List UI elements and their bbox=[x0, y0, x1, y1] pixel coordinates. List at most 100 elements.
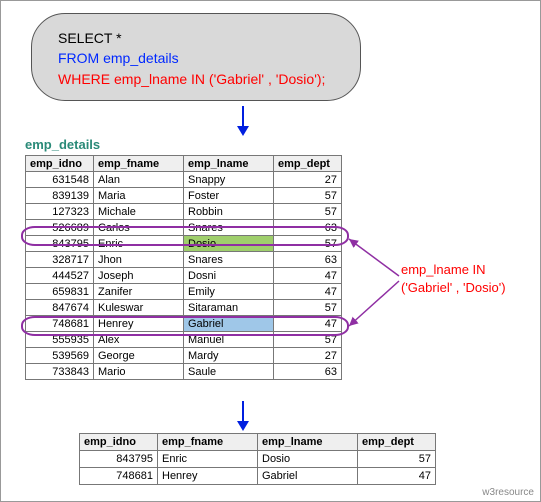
cell-lname: Robbin bbox=[184, 204, 274, 220]
cell-idno: 328717 bbox=[26, 252, 94, 268]
cell-idno: 843795 bbox=[26, 236, 94, 252]
cell-lname: Emily bbox=[184, 284, 274, 300]
cell-lname: Sitaraman bbox=[184, 300, 274, 316]
cell-idno: 444527 bbox=[26, 268, 94, 284]
cell-idno: 748681 bbox=[26, 316, 94, 332]
callout-line1: emp_lname IN bbox=[401, 261, 506, 279]
header-idno: emp_idno bbox=[26, 156, 94, 172]
sql-line-select: SELECT * bbox=[58, 28, 338, 48]
header-idno: emp_idno bbox=[80, 434, 158, 451]
cell-dept: 47 bbox=[274, 268, 342, 284]
cell-dept: 27 bbox=[274, 172, 342, 188]
cell-lname: Gabriel bbox=[184, 316, 274, 332]
table-row: 444527JosephDosni47 bbox=[26, 268, 342, 284]
filter-callout: emp_lname IN ('Gabriel' , 'Dosio') bbox=[401, 261, 506, 297]
cell-fname: Joseph bbox=[94, 268, 184, 284]
cell-fname: Michale bbox=[94, 204, 184, 220]
header-fname: emp_fname bbox=[158, 434, 258, 451]
cell-fname: Alex bbox=[94, 332, 184, 348]
arrow-down-icon bbox=[233, 401, 253, 431]
cell-dept: 57 bbox=[274, 300, 342, 316]
cell-fname: Maria bbox=[94, 188, 184, 204]
cell-idno: 843795 bbox=[80, 451, 158, 468]
cell-dept: 57 bbox=[274, 332, 342, 348]
cell-lname: Foster bbox=[184, 188, 274, 204]
cell-lname: Snares bbox=[184, 220, 274, 236]
cell-fname: Henrey bbox=[158, 468, 258, 485]
cell-fname: Enric bbox=[158, 451, 258, 468]
cell-lname: Manuel bbox=[184, 332, 274, 348]
cell-fname: Carlos bbox=[94, 220, 184, 236]
cell-idno: 733843 bbox=[26, 364, 94, 380]
result-header-row: emp_idno emp_fname emp_lname emp_dept bbox=[80, 434, 436, 451]
sql-query-box: SELECT * FROM emp_details WHERE emp_lnam… bbox=[31, 13, 361, 101]
cell-lname: Dosni bbox=[184, 268, 274, 284]
cell-fname: Zanifer bbox=[94, 284, 184, 300]
table-row: 555935AlexManuel57 bbox=[26, 332, 342, 348]
cell-dept: 57 bbox=[274, 236, 342, 252]
table-row: 733843MarioSaule63 bbox=[26, 364, 342, 380]
header-dept: emp_dept bbox=[358, 434, 436, 451]
cell-idno: 631548 bbox=[26, 172, 94, 188]
cell-fname: Enric bbox=[94, 236, 184, 252]
cell-dept: 47 bbox=[274, 316, 342, 332]
cell-dept: 57 bbox=[274, 204, 342, 220]
header-dept: emp_dept bbox=[274, 156, 342, 172]
source-table: emp_idno emp_fname emp_lname emp_dept 63… bbox=[25, 155, 342, 380]
cell-idno: 839139 bbox=[26, 188, 94, 204]
table-title: emp_details bbox=[25, 137, 100, 152]
cell-idno: 539569 bbox=[26, 348, 94, 364]
table-row: 843795EnricDosio57 bbox=[80, 451, 436, 468]
cell-lname: Dosio bbox=[258, 451, 358, 468]
table-row: 328717JhonSnares63 bbox=[26, 252, 342, 268]
table-row: 847674KuleswarSitaraman57 bbox=[26, 300, 342, 316]
callout-arrows-icon bbox=[339, 231, 409, 344]
watermark-text: w3resource bbox=[482, 487, 534, 498]
table-row: 659831ZaniferEmily47 bbox=[26, 284, 342, 300]
cell-dept: 63 bbox=[274, 252, 342, 268]
cell-fname: Kuleswar bbox=[94, 300, 184, 316]
cell-lname: Snares bbox=[184, 252, 274, 268]
cell-dept: 47 bbox=[274, 284, 342, 300]
cell-dept: 63 bbox=[274, 364, 342, 380]
cell-dept: 27 bbox=[274, 348, 342, 364]
cell-fname: Jhon bbox=[94, 252, 184, 268]
table-row: 748681HenreyGabriel47 bbox=[80, 468, 436, 485]
diagram-frame: SELECT * FROM emp_details WHERE emp_lnam… bbox=[0, 0, 541, 502]
sql-line-from: FROM emp_details bbox=[58, 48, 338, 68]
cell-lname: Saule bbox=[184, 364, 274, 380]
cell-idno: 748681 bbox=[80, 468, 158, 485]
table-header-row: emp_idno emp_fname emp_lname emp_dept bbox=[26, 156, 342, 172]
table-row: 539569GeorgeMardy27 bbox=[26, 348, 342, 364]
cell-dept: 57 bbox=[274, 188, 342, 204]
cell-idno: 847674 bbox=[26, 300, 94, 316]
cell-dept: 47 bbox=[358, 468, 436, 485]
table-row: 631548AlanSnappy27 bbox=[26, 172, 342, 188]
cell-lname: Snappy bbox=[184, 172, 274, 188]
arrow-down-icon bbox=[233, 106, 253, 136]
cell-lname: Mardy bbox=[184, 348, 274, 364]
cell-fname: Mario bbox=[94, 364, 184, 380]
header-lname: emp_lname bbox=[258, 434, 358, 451]
cell-idno: 127323 bbox=[26, 204, 94, 220]
cell-lname: Gabriel bbox=[258, 468, 358, 485]
cell-idno: 526689 bbox=[26, 220, 94, 236]
table-row: 748681HenreyGabriel47 bbox=[26, 316, 342, 332]
header-lname: emp_lname bbox=[184, 156, 274, 172]
sql-line-where: WHERE emp_lname IN ('Gabriel' , 'Dosio')… bbox=[58, 69, 338, 89]
cell-dept: 63 bbox=[274, 220, 342, 236]
cell-idno: 555935 bbox=[26, 332, 94, 348]
table-row: 843795EnricDosio57 bbox=[26, 236, 342, 252]
table-row: 526689CarlosSnares63 bbox=[26, 220, 342, 236]
cell-fname: Henrey bbox=[94, 316, 184, 332]
cell-idno: 659831 bbox=[26, 284, 94, 300]
cell-lname: Dosio bbox=[184, 236, 274, 252]
callout-line2: ('Gabriel' , 'Dosio') bbox=[401, 279, 506, 297]
header-fname: emp_fname bbox=[94, 156, 184, 172]
cell-dept: 57 bbox=[358, 451, 436, 468]
cell-fname: George bbox=[94, 348, 184, 364]
result-table: emp_idno emp_fname emp_lname emp_dept 84… bbox=[79, 433, 436, 485]
table-row: 839139MariaFoster57 bbox=[26, 188, 342, 204]
cell-fname: Alan bbox=[94, 172, 184, 188]
table-row: 127323MichaleRobbin57 bbox=[26, 204, 342, 220]
